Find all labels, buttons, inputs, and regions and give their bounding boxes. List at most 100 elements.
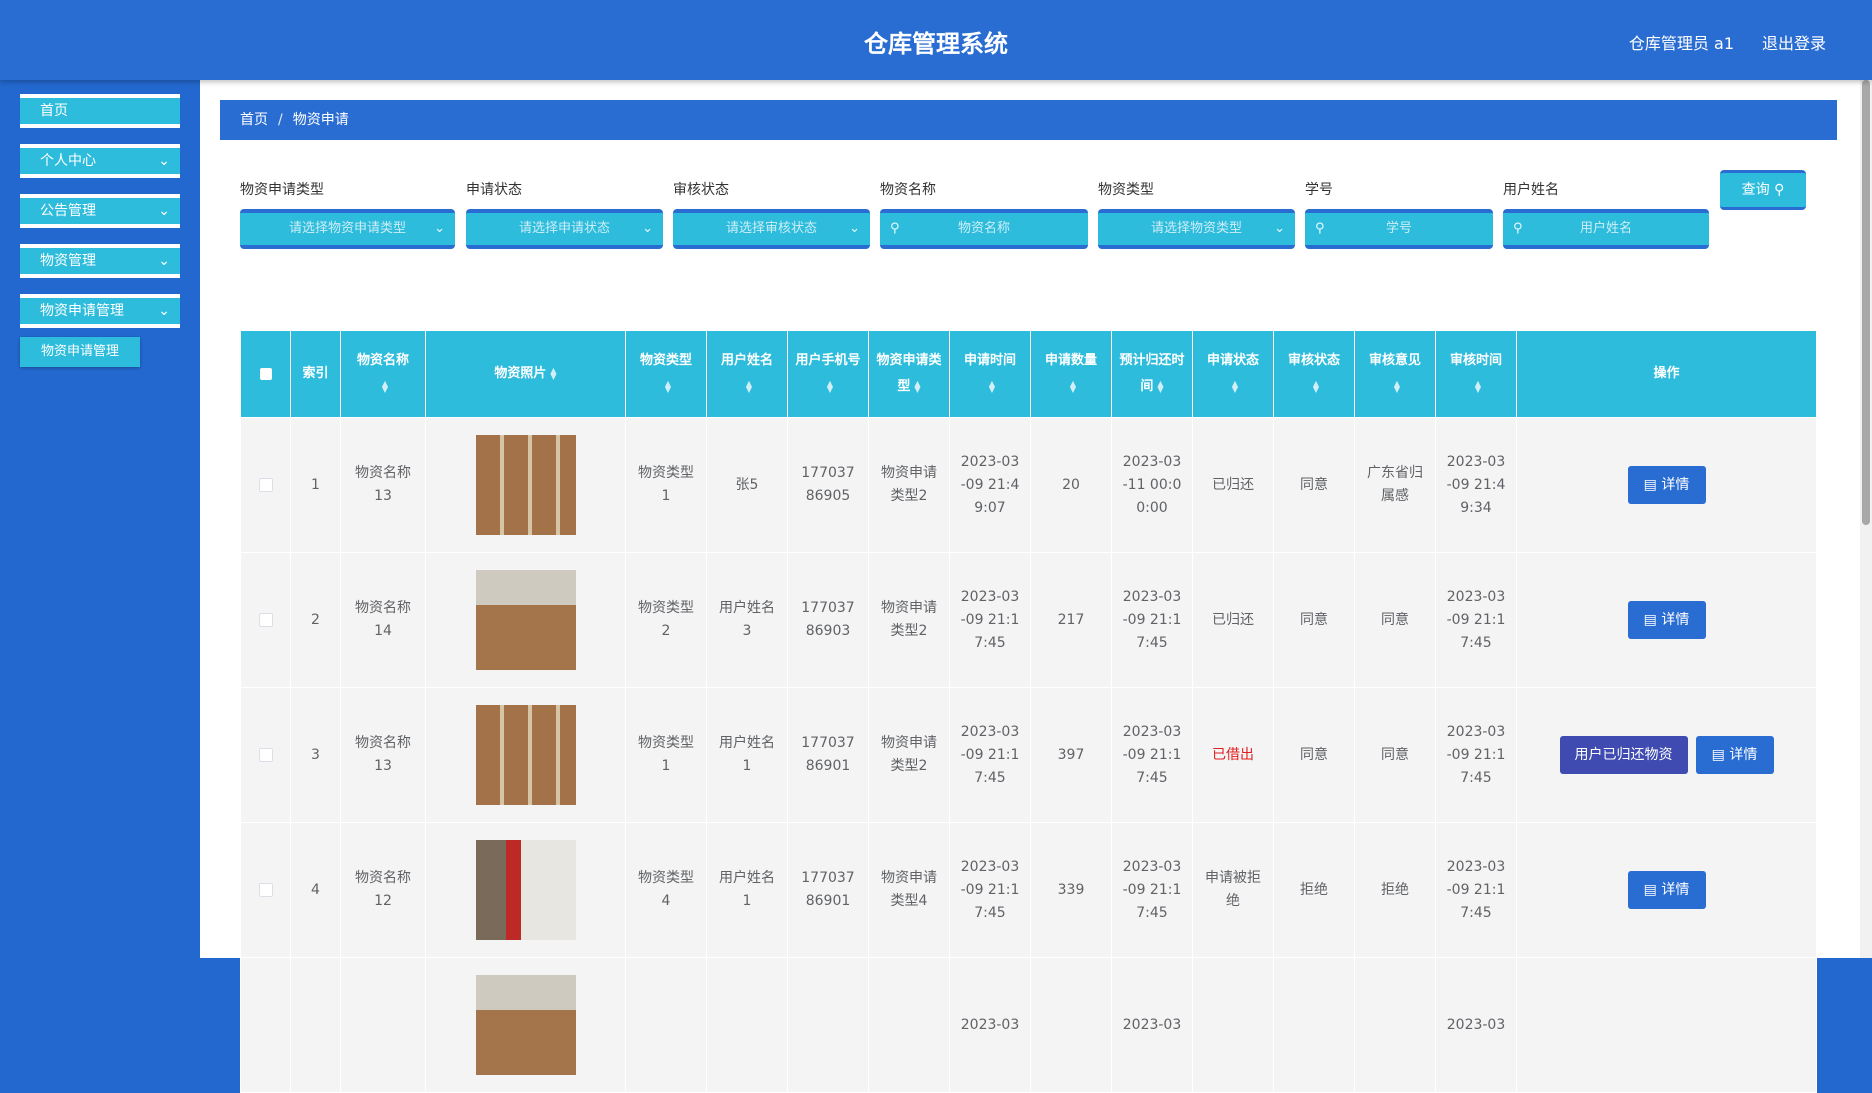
cell-apply-time: 2023-03 bbox=[949, 957, 1031, 1093]
cell-phone: 17703786903 bbox=[787, 552, 869, 688]
user-name-input[interactable]: ⚲ 用户姓名 bbox=[1503, 209, 1709, 249]
sidebar-item-home[interactable]: 首页 bbox=[20, 94, 180, 128]
col-review-time[interactable]: 审核时间 ▲ ▼ bbox=[1435, 330, 1517, 418]
document-icon: ▤ bbox=[1711, 747, 1725, 763]
col-review[interactable]: 审核状态 ▲ ▼ bbox=[1273, 330, 1355, 418]
filter-label: 申请状态 bbox=[466, 182, 522, 198]
chevron-down-icon: ⌄ bbox=[849, 221, 860, 236]
col-qty[interactable]: 申请数量 ▲ ▼ bbox=[1030, 330, 1112, 418]
col-user[interactable]: 用户姓名 ▲ ▼ bbox=[706, 330, 788, 418]
col-return-time[interactable]: 预计归还时间 ▲ ▼ bbox=[1111, 330, 1193, 418]
filter-goods-type: 物资类型 请选择物资类型 ⌄ bbox=[1098, 180, 1295, 249]
detail-button[interactable]: ▤ 详情 bbox=[1627, 601, 1706, 639]
cell-type: 物资类型2 bbox=[625, 552, 707, 688]
search-icon: ⚲ bbox=[1315, 221, 1325, 236]
sort-icon: ▲ ▼ bbox=[1157, 378, 1164, 394]
cell-review: 同意 bbox=[1273, 552, 1355, 688]
cell-type: 物资类型1 bbox=[625, 687, 707, 823]
apply-type-select[interactable]: 请选择物资申请类型 ⌄ bbox=[240, 209, 455, 249]
sort-icon: ▲ ▼ bbox=[1393, 378, 1401, 394]
col-apply-type[interactable]: 物资申请类型 ▲ ▼ bbox=[868, 330, 950, 418]
cell-index: 3 bbox=[290, 687, 341, 823]
detail-button[interactable]: ▤ 详情 bbox=[1627, 466, 1706, 504]
table-row: 1 物资名称13 物资类型1 张5 17703786905 物资申请类型2 20… bbox=[240, 417, 1817, 553]
col-name[interactable]: 物资名称 ▲ ▼ bbox=[340, 330, 426, 418]
col-actions: 操作 bbox=[1516, 330, 1817, 418]
table-row: 3 物资名称13 物资类型1 用户姓名1 17703786901 物资申请类型2… bbox=[240, 687, 1817, 823]
table-row: 2 物资名称14 物资类型2 用户姓名3 17703786903 物资申请类型2… bbox=[240, 552, 1817, 688]
chevron-down-icon: ⌄ bbox=[642, 221, 653, 236]
goods-type-select[interactable]: 请选择物资类型 ⌄ bbox=[1098, 209, 1295, 249]
cell-name: 物资名称13 bbox=[340, 417, 426, 553]
review-status-select[interactable]: 请选择审核状态 ⌄ bbox=[673, 209, 870, 249]
col-phone[interactable]: 用户手机号▲ ▼ bbox=[787, 330, 869, 418]
search-icon: ⚲ bbox=[1774, 182, 1785, 198]
cell-apply-time: 2023-03-09 21:17:45 bbox=[949, 552, 1031, 688]
cell-apply-time: 2023-03-09 21:17:45 bbox=[949, 822, 1031, 958]
cell-return-time: 2023-03-09 21:17:45 bbox=[1111, 552, 1193, 688]
cell-name: 物资名称14 bbox=[340, 552, 426, 688]
goods-name-input[interactable]: ⚲ 物资名称 bbox=[880, 209, 1088, 249]
cell-status: 已借出 bbox=[1192, 687, 1274, 823]
sidebar-item-profile[interactable]: 个人中心 ⌄ bbox=[20, 144, 180, 178]
filter-label: 审核状态 bbox=[673, 182, 729, 198]
cell-phone: 17703786901 bbox=[787, 822, 869, 958]
cell-apply-time: 2023-03-09 21:17:45 bbox=[949, 687, 1031, 823]
filter-label: 物资名称 bbox=[880, 182, 936, 198]
col-opinion[interactable]: 审核意见 ▲ ▼ bbox=[1354, 330, 1436, 418]
goods-photo bbox=[475, 840, 576, 940]
header-select-all[interactable] bbox=[240, 330, 291, 418]
student-no-input[interactable]: ⚲ 学号 bbox=[1305, 209, 1493, 249]
col-apply-time[interactable]: 申请时间 ▲ ▼ bbox=[949, 330, 1031, 418]
goods-photo bbox=[475, 570, 576, 670]
document-icon: ▤ bbox=[1643, 612, 1657, 628]
cell-review: 同意 bbox=[1273, 417, 1355, 553]
filter-label: 用户姓名 bbox=[1503, 182, 1559, 198]
document-icon: ▤ bbox=[1643, 882, 1657, 898]
page-scrollbar[interactable] bbox=[1860, 80, 1872, 958]
goods-photo bbox=[475, 975, 576, 1075]
cell-apply-type: 物资申请类型2 bbox=[868, 552, 950, 688]
sidebar-item-goods[interactable]: 物资管理 ⌄ bbox=[20, 244, 180, 278]
logout-button[interactable]: 退出登录 bbox=[1762, 30, 1826, 54]
sort-icon: ▲ ▼ bbox=[826, 378, 834, 394]
cell-apply-type: 物资申请类型4 bbox=[868, 822, 950, 958]
row-checkbox[interactable] bbox=[258, 477, 273, 492]
detail-button[interactable]: ▤ 详情 bbox=[1627, 871, 1706, 909]
row-checkbox[interactable] bbox=[258, 612, 273, 627]
sidebar-item-notice[interactable]: 公告管理 ⌄ bbox=[20, 194, 180, 228]
filter-user-name: 用户姓名 ⚲ 用户姓名 bbox=[1503, 180, 1709, 249]
cell-return-time: 2023-03-09 21:17:45 bbox=[1111, 822, 1193, 958]
apply-status-select[interactable]: 请选择申请状态 ⌄ bbox=[466, 209, 663, 249]
sort-icon: ▲ ▼ bbox=[1069, 378, 1077, 394]
detail-button[interactable]: ▤ 详情 bbox=[1695, 736, 1774, 774]
cell-opinion: 同意 bbox=[1354, 552, 1436, 688]
row-checkbox[interactable] bbox=[258, 747, 273, 762]
cell-index: 1 bbox=[290, 417, 341, 553]
table-header-row: 索引 物资名称 ▲ ▼ 物资照片 ▲ ▼ 物资类型 ▲ ▼ 用户姓名 ▲ ▼ 用户手机号▲ ▼ 物… bbox=[240, 330, 1817, 418]
scrollbar-thumb[interactable] bbox=[1862, 80, 1870, 525]
cell-review: 同意 bbox=[1273, 687, 1355, 823]
apply-table: 索引 物资名称 ▲ ▼ 物资照片 ▲ ▼ 物资类型 ▲ ▼ 用户姓名 ▲ ▼ 用户手机号▲ ▼ 物… bbox=[240, 330, 1817, 1093]
cell-return-time: 2023-03-09 21:17:45 bbox=[1111, 687, 1193, 823]
breadcrumb-home[interactable]: 首页 bbox=[240, 112, 268, 128]
cell-status: 已归还 bbox=[1192, 417, 1274, 553]
col-status[interactable]: 申请状态 ▲ ▼ bbox=[1192, 330, 1274, 418]
sidebar: 首页 个人中心 ⌄ 公告管理 ⌄ 物资管理 ⌄ 物资申请管理 ⌄ 物资申请管理 bbox=[0, 80, 200, 958]
row-checkbox[interactable] bbox=[258, 882, 273, 897]
mark-returned-button[interactable]: 用户已归还物资 bbox=[1559, 736, 1688, 774]
chevron-down-icon: ⌄ bbox=[158, 153, 170, 169]
cell-apply-type: 物资申请类型2 bbox=[868, 687, 950, 823]
chevron-down-icon: ⌄ bbox=[434, 221, 445, 236]
app-header: 仓库管理系统 仓库管理员 a1 退出登录 bbox=[0, 0, 1872, 80]
sidebar-item-label: 个人中心 bbox=[40, 153, 96, 169]
col-photo[interactable]: 物资照片 ▲ ▼ bbox=[425, 330, 626, 418]
submenu-item-goods-apply[interactable]: 物资申请管理 bbox=[20, 337, 140, 367]
sidebar-item-goods-apply[interactable]: 物资申请管理 ⌄ bbox=[20, 294, 180, 328]
checkbox-icon[interactable] bbox=[259, 367, 272, 380]
table-row-partial: 2023-03 2023-03 2023-03 bbox=[240, 957, 1817, 1093]
chevron-down-icon: ⌄ bbox=[1274, 221, 1285, 236]
col-type[interactable]: 物资类型 ▲ ▼ bbox=[625, 330, 707, 418]
query-button[interactable]: 查询 ⚲ bbox=[1720, 170, 1806, 210]
cell-qty: 217 bbox=[1030, 552, 1112, 688]
